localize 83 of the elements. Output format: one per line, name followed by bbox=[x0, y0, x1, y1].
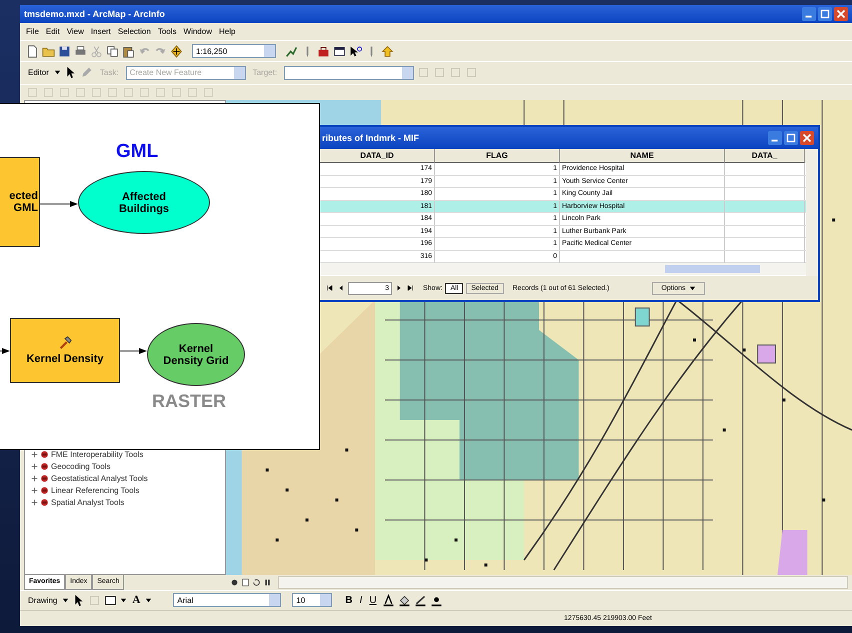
window-icon[interactable] bbox=[333, 44, 346, 58]
font-size-dropdown[interactable]: 10 bbox=[292, 593, 332, 608]
menu-item[interactable]: File bbox=[26, 27, 39, 36]
menu-item[interactable]: Selection bbox=[118, 27, 151, 36]
expand-icon[interactable] bbox=[31, 451, 38, 458]
menu-item[interactable]: View bbox=[66, 27, 84, 36]
expand-icon[interactable] bbox=[31, 499, 38, 506]
target-dropdown[interactable] bbox=[284, 66, 414, 80]
bold-button[interactable]: B bbox=[343, 594, 355, 606]
scale-field[interactable]: 1:16,250 bbox=[192, 44, 276, 58]
close-icon[interactable] bbox=[800, 131, 814, 145]
help-cursor-icon[interactable] bbox=[349, 44, 362, 58]
layout-view-icon[interactable] bbox=[241, 578, 250, 587]
node-label: Kernel Density bbox=[25, 353, 105, 365]
menu-item[interactable]: Window bbox=[184, 27, 212, 36]
text-tool-button[interactable]: A bbox=[130, 594, 142, 606]
menu-item[interactable]: Insert bbox=[90, 27, 111, 36]
column-header[interactable]: FLAG bbox=[435, 149, 560, 163]
save-icon[interactable] bbox=[58, 44, 71, 58]
fill-color-icon[interactable] bbox=[398, 594, 411, 607]
pause-icon[interactable] bbox=[263, 578, 272, 587]
first-record-icon[interactable] bbox=[326, 284, 334, 292]
close-icon[interactable] bbox=[834, 6, 848, 21]
node-label: Affected Buildings bbox=[118, 190, 170, 214]
minimize-icon[interactable] bbox=[768, 131, 782, 145]
house-icon[interactable] bbox=[381, 44, 394, 58]
print-icon[interactable] bbox=[74, 44, 87, 58]
minimize-icon[interactable] bbox=[802, 6, 816, 21]
window-title: ributes of Indmrk - MIF bbox=[322, 133, 420, 143]
target-label: Target: bbox=[252, 68, 278, 78]
caret-icon[interactable] bbox=[120, 596, 128, 604]
caret-icon[interactable] bbox=[62, 596, 70, 604]
format-label: RASTER bbox=[152, 391, 226, 412]
column-header[interactable]: DATA_ bbox=[725, 149, 805, 163]
toolbox-icon bbox=[40, 486, 49, 496]
menu-item[interactable]: Help bbox=[218, 27, 236, 36]
scrollbar-thumb[interactable] bbox=[665, 265, 760, 273]
toolbox-icon bbox=[40, 474, 49, 484]
toolbox-item[interactable]: Geocoding Tools bbox=[51, 462, 110, 472]
node-label: ected GML bbox=[8, 190, 39, 214]
task-label: Task: bbox=[100, 68, 119, 78]
next-record-icon[interactable] bbox=[395, 284, 403, 292]
toolbox-item[interactable]: FME Interoperability Tools bbox=[51, 450, 144, 460]
last-record-icon[interactable] bbox=[406, 284, 414, 292]
maximize-icon[interactable] bbox=[818, 6, 832, 21]
menu-item[interactable]: Tools bbox=[158, 27, 177, 36]
previous-record-icon[interactable] bbox=[337, 284, 345, 292]
copy-icon[interactable] bbox=[106, 44, 119, 58]
toolbox-item[interactable]: Linear Referencing Tools bbox=[51, 486, 140, 496]
refresh-icon[interactable] bbox=[252, 578, 261, 587]
maximize-icon[interactable] bbox=[784, 131, 798, 145]
italic-button[interactable]: I bbox=[358, 594, 364, 606]
toolbox-icon[interactable] bbox=[317, 44, 330, 58]
toolbox-icon bbox=[40, 450, 49, 460]
toolbox-item[interactable]: Spatial Analyst Tools bbox=[51, 498, 124, 508]
horizontal-scrollbar[interactable] bbox=[278, 576, 848, 589]
window-title: tmsdemo.mxd - ArcMap - ArcInfo bbox=[24, 8, 165, 19]
line-color-icon[interactable] bbox=[414, 594, 427, 607]
new-file-icon[interactable] bbox=[26, 44, 39, 58]
add-data-icon[interactable] bbox=[170, 44, 183, 58]
caret-icon bbox=[688, 284, 696, 292]
toolbox-icon bbox=[40, 498, 49, 508]
column-header[interactable]: NAME bbox=[560, 149, 725, 163]
expand-icon[interactable] bbox=[31, 475, 38, 482]
caret-icon[interactable] bbox=[54, 69, 61, 76]
paste-icon[interactable] bbox=[122, 44, 135, 58]
data-view-icon[interactable] bbox=[230, 578, 239, 587]
font-dropdown[interactable]: Arial bbox=[173, 593, 282, 608]
toolbox-item[interactable]: Geostatistical Analyst Tools bbox=[51, 474, 148, 484]
caret-icon[interactable] bbox=[145, 596, 152, 604]
font-color-icon[interactable] bbox=[382, 594, 395, 607]
underline-button[interactable]: U bbox=[367, 594, 379, 606]
node-label: Kernel Density Grid bbox=[162, 342, 230, 366]
editor-menu-button[interactable]: Editor bbox=[26, 68, 51, 78]
rectangle-icon[interactable] bbox=[104, 594, 118, 607]
vertical-scrollbar[interactable] bbox=[806, 149, 818, 276]
menu-item[interactable]: Edit bbox=[46, 27, 60, 36]
line-graph-icon[interactable] bbox=[285, 44, 298, 58]
drawing-menu-button[interactable]: Drawing bbox=[26, 596, 60, 605]
format-label: GML bbox=[116, 141, 158, 163]
expand-icon[interactable] bbox=[31, 487, 38, 494]
expand-icon[interactable] bbox=[31, 463, 38, 470]
toolbox-icon bbox=[40, 462, 49, 472]
